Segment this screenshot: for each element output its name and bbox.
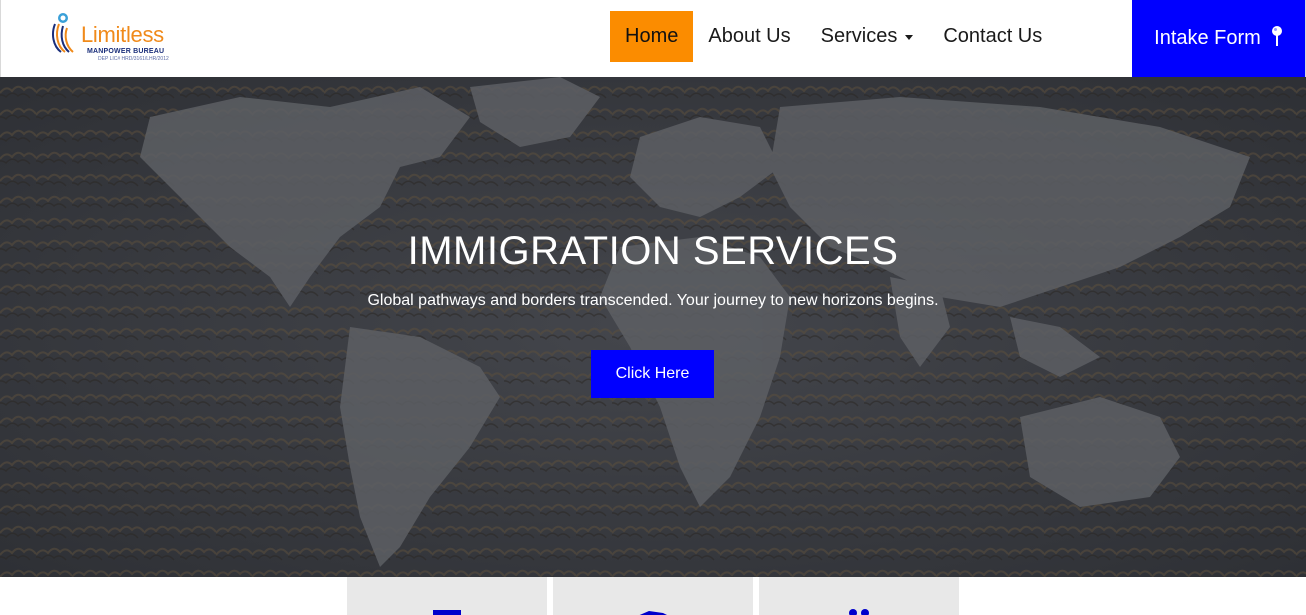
brand-license: DEP LIC# HRD/3161/LHR/2012 — [98, 56, 169, 62]
pin-icon — [1271, 25, 1282, 46]
click-here-label: Click Here — [615, 365, 690, 382]
feature-card[interactable] — [553, 577, 753, 615]
nav-about-label: About Us — [708, 25, 791, 47]
world-map-background — [0, 77, 1306, 577]
main-nav: Home About Us Services Contact Us — [610, 11, 1057, 62]
feature-card[interactable] — [759, 577, 959, 615]
nav-services[interactable]: Services — [806, 11, 929, 62]
site-header: Limitless MANPOWER BUREAU DEP LIC# HRD/3… — [0, 0, 1306, 77]
feature-cards — [347, 577, 959, 615]
intake-form-button[interactable]: Intake Form — [1132, 0, 1305, 77]
nav-home[interactable]: Home — [610, 11, 694, 62]
nav-contact[interactable]: Contact Us — [928, 11, 1057, 62]
click-here-button[interactable]: Click Here — [591, 350, 714, 398]
nav-contact-label: Contact Us — [943, 25, 1043, 47]
intake-form-label: Intake Form — [1154, 27, 1261, 49]
hero-subtitle: Global pathways and borders transcended.… — [367, 292, 939, 309]
people-icon — [849, 609, 869, 615]
nav-services-label: Services — [820, 25, 898, 47]
brand-name: Limitless — [81, 22, 164, 47]
plane-icon — [639, 611, 667, 615]
nav-home-label: Home — [625, 25, 679, 47]
chevron-down-icon — [905, 35, 914, 40]
nav-about[interactable]: About Us — [693, 11, 805, 62]
document-icon — [433, 610, 461, 615]
brand-tagline: MANPOWER BUREAU — [87, 48, 165, 55]
hero-title: IMMIGRATION SERVICES — [407, 229, 899, 273]
hero-section: IMMIGRATION SERVICES Global pathways and… — [0, 77, 1306, 577]
logo-mark-icon — [52, 13, 74, 53]
brand-logo[interactable]: Limitless MANPOWER BUREAU DEP LIC# HRD/3… — [51, 10, 181, 64]
feature-card[interactable] — [347, 577, 547, 615]
